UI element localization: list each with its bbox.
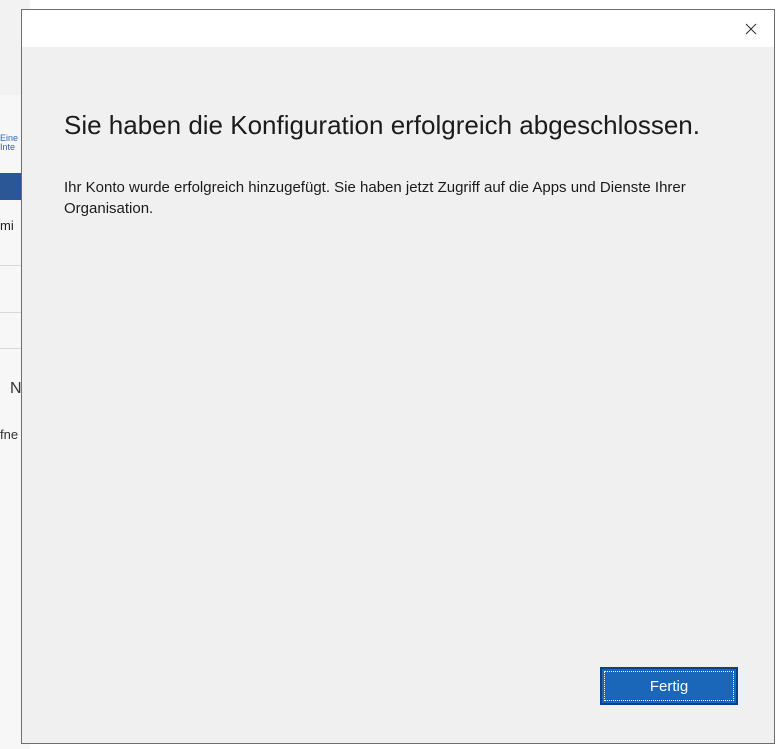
background-link[interactable]: Eine Inte [0, 134, 18, 152]
dialog-titlebar [22, 10, 774, 47]
background-label: mi [0, 218, 14, 233]
close-button[interactable] [728, 10, 774, 47]
done-button[interactable]: Fertig [600, 667, 738, 705]
setup-complete-dialog: Sie haben die Konfiguration erfolgreich … [21, 9, 775, 744]
background-label: fne [0, 427, 19, 442]
close-icon [745, 23, 757, 34]
dialog-heading: Sie haben die Konfiguration erfolgreich … [64, 110, 700, 140]
dialog-message: Ihr Konto wurde erfolgreich hinzugefügt.… [64, 179, 686, 217]
background-heading: N [10, 380, 22, 397]
